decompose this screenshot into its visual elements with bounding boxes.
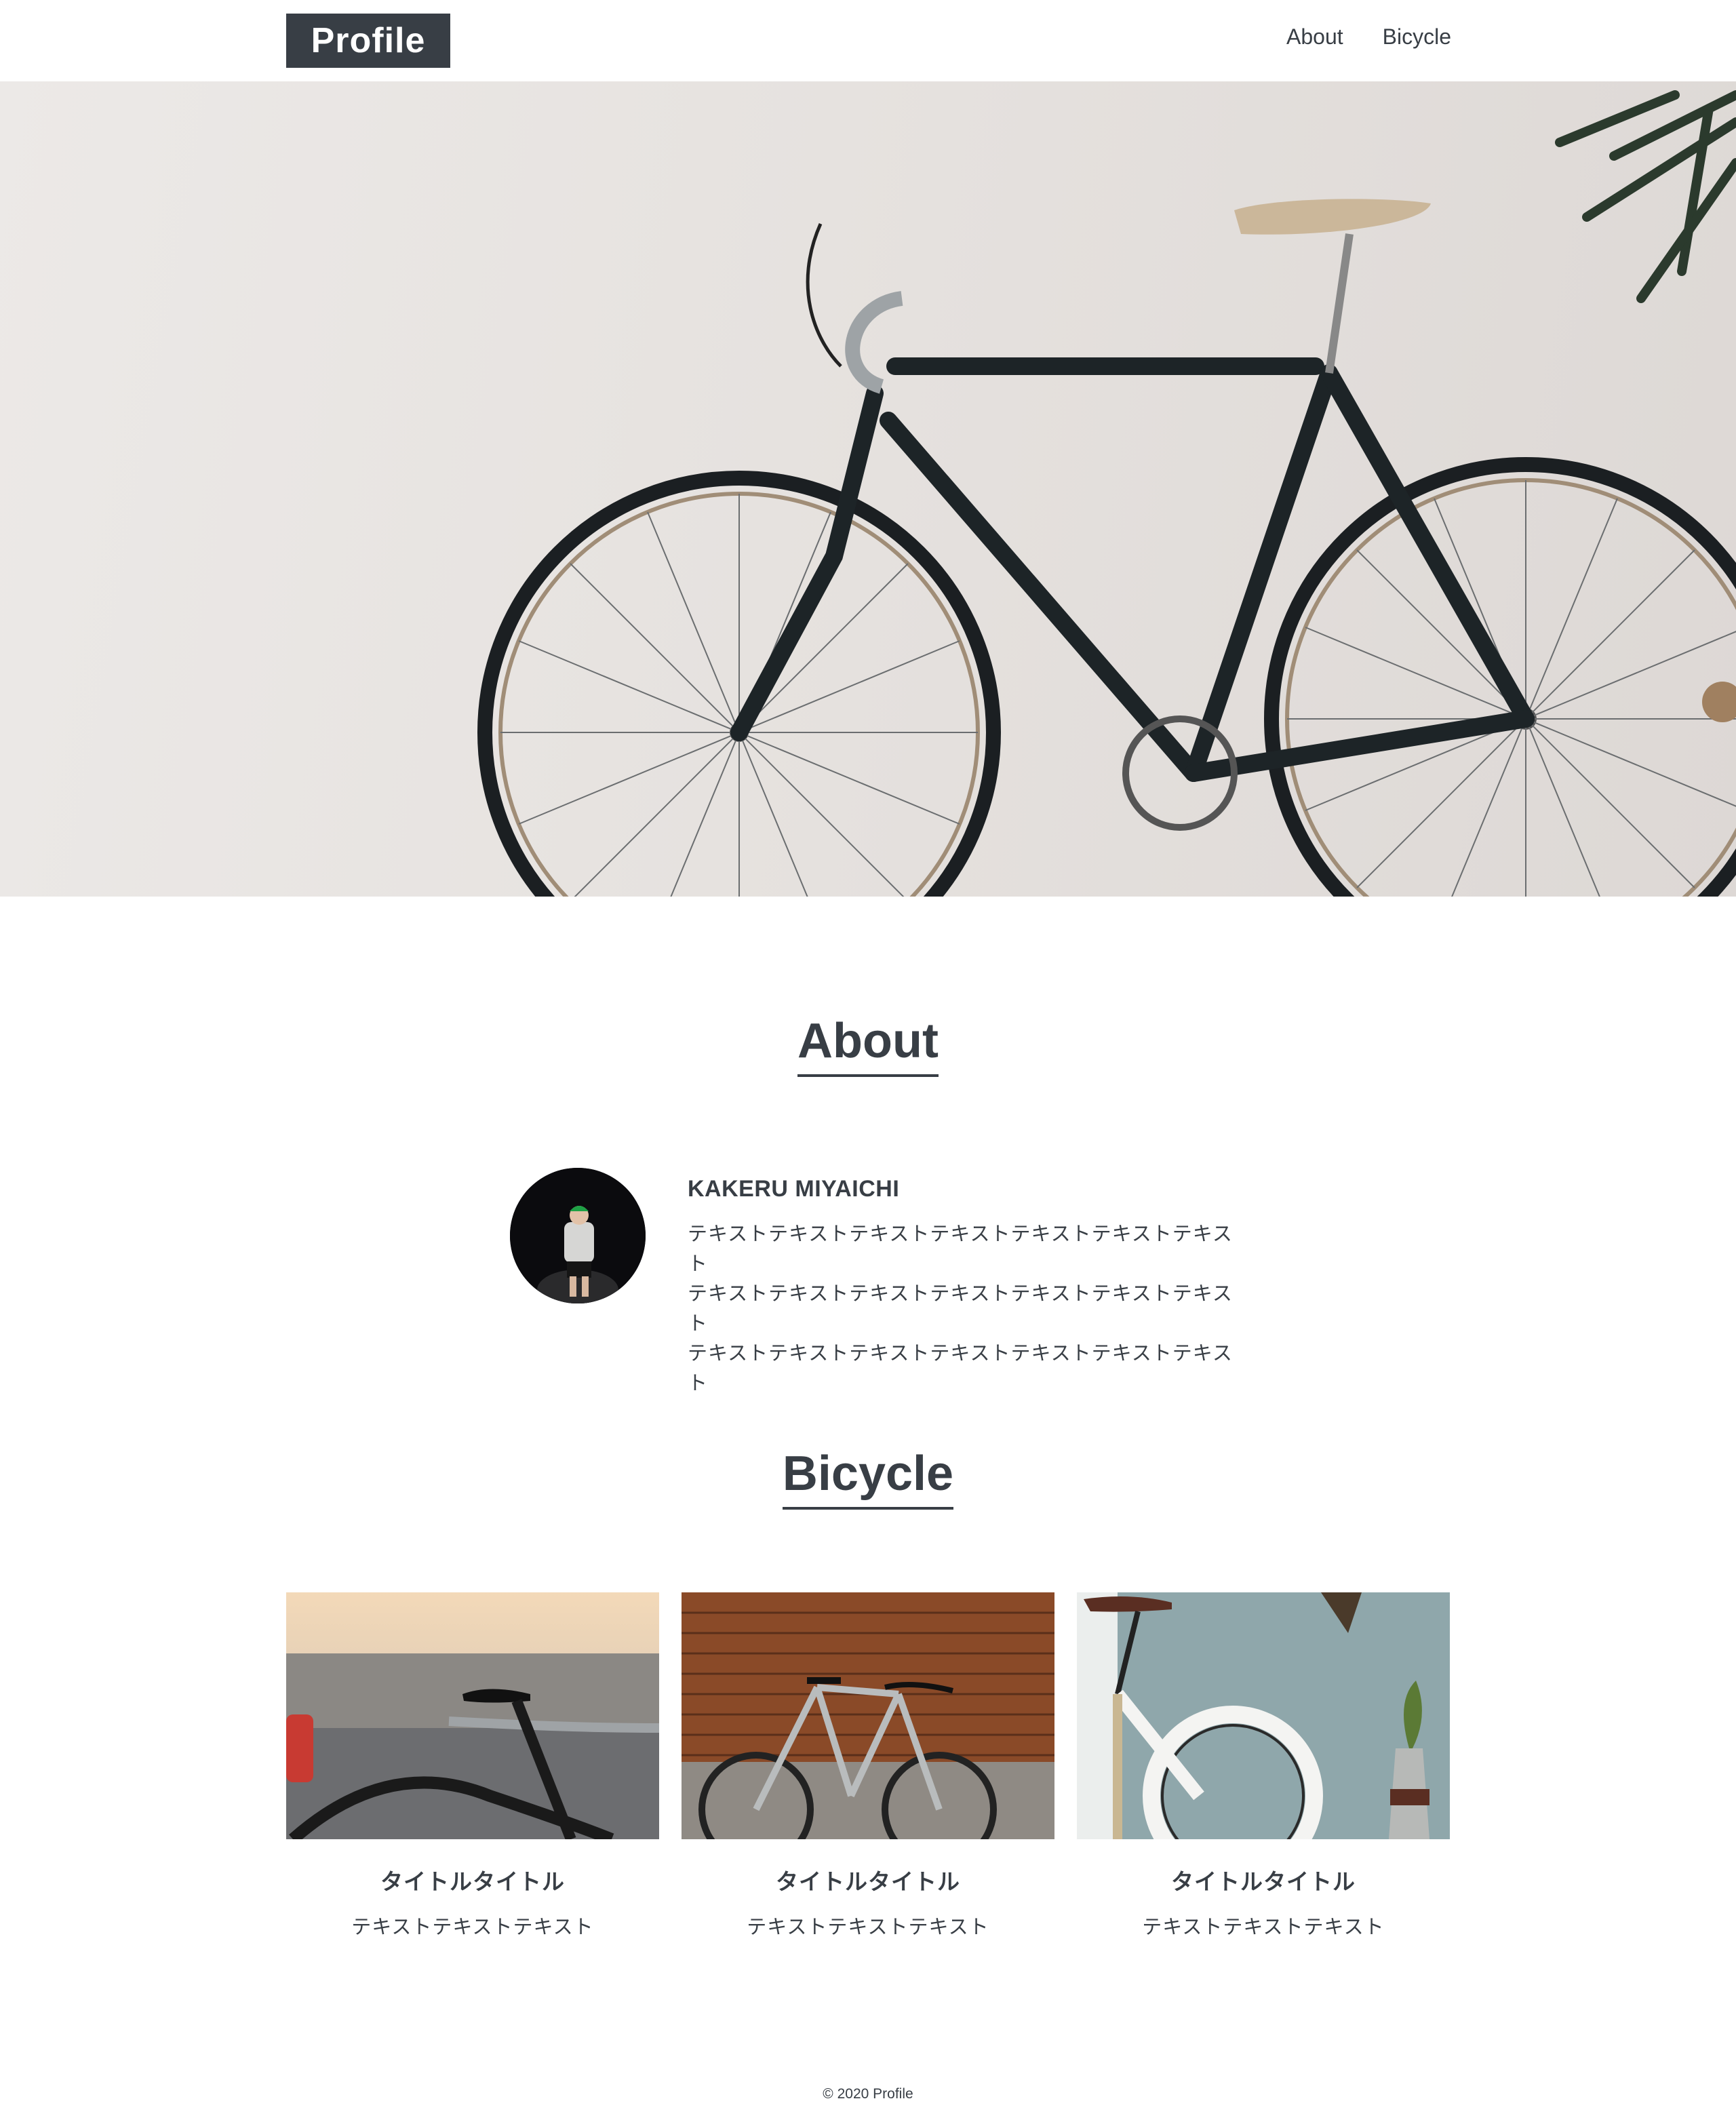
card-title: タイトルタイトル [1171,1869,1356,1894]
card-image [286,1592,659,1839]
card-title: タイトルタイトル [380,1869,565,1894]
avatar-photo [510,1168,646,1303]
bicycle-cards: タイトルタイトル テキストテキストテキスト タイトルタイトル テキストテキストテ… [286,1592,1450,1940]
profile-name: KAKERU MIYAICHI [688,1176,900,1202]
profile-block: KAKERU MIYAICHI テキストテキストテキストテキストテキストテキスト… [510,1168,1232,1394]
saddle [1234,199,1431,374]
card-image [1077,1592,1450,1839]
card-photo-street [286,1592,659,1839]
card-text: テキストテキストテキスト [1142,1917,1385,1938]
card-text: テキストテキストテキスト [351,1917,594,1938]
main-nav: About Bicycle [1286,24,1451,50]
footer: © 2020 Profile [0,2086,1736,2102]
card-image [682,1592,1054,1839]
card-text: テキストテキストテキスト [747,1917,989,1938]
profile-text-line: テキストテキストテキストテキストテキストテキストテキスト [688,1343,1233,1394]
bicycle-section-title: Bicycle [0,1448,1736,1510]
nav-link-about[interactable]: About [1286,24,1343,50]
card-photo-white-bike [1077,1592,1450,1839]
front-wheel [477,471,1001,897]
logo[interactable]: Profile [286,14,450,68]
bicycle-heading: Bicycle [782,1448,954,1510]
hero-image [0,81,1736,897]
card-photo-brick-wall [682,1592,1054,1839]
profile-text-line: テキストテキストテキストテキストテキストテキストテキスト [688,1223,1233,1275]
hero-bicycle-illustration [477,90,1736,897]
about-section-title: About [0,1015,1736,1077]
avatar [510,1168,646,1303]
copyright-text: © 2020 Profile [823,2086,913,2102]
bicycle-card[interactable]: タイトルタイトル テキストテキストテキスト [1077,1592,1450,1940]
site-header: Profile About Bicycle [0,0,1736,81]
profile-description: テキストテキストテキストテキストテキストテキストテキスト テキストテキストテキス… [688,1219,1244,1398]
card-title: タイトルタイトル [776,1869,960,1894]
bike-frame [730,357,1535,782]
nav-link-bicycle[interactable]: Bicycle [1383,24,1451,50]
plant-leaves [1555,90,1736,303]
bicycle-card[interactable]: タイトルタイトル テキストテキストテキスト [286,1592,659,1940]
bicycle-card[interactable]: タイトルタイトル テキストテキストテキスト [682,1592,1054,1940]
profile-text-line: テキストテキストテキストテキストテキストテキストテキスト [688,1283,1233,1335]
about-heading: About [797,1015,939,1077]
